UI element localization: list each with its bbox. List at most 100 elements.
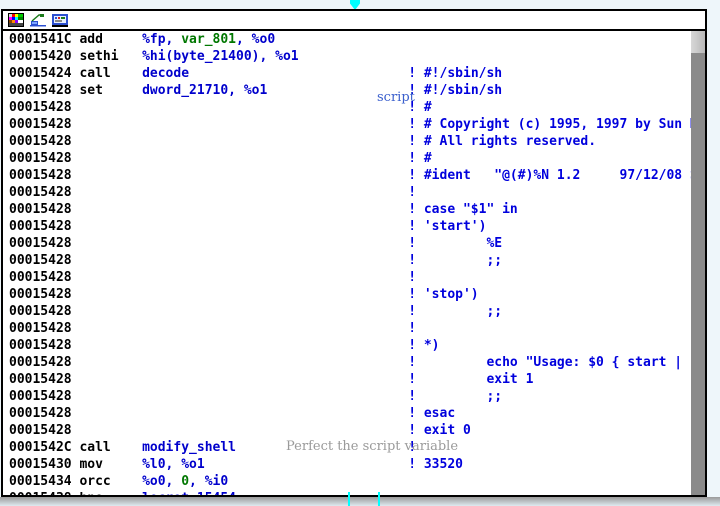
line-mnemonic [79, 219, 142, 234]
disassembly-line[interactable]: 00015428 ! exit 0 [9, 422, 691, 439]
disassembly-line[interactable]: 00015428 ! # [9, 150, 691, 167]
line-comment[interactable]: ! *) [408, 338, 439, 353]
disassembly-line[interactable]: 00015428 set dword_21710, %o1 ! #!/sbin/… [9, 82, 691, 99]
line-comment[interactable]: ! case "$1" in [408, 202, 518, 217]
disassembly-line[interactable]: 00015428 ! ;; [9, 252, 691, 269]
line-comment[interactable]: ! %E [408, 236, 502, 251]
line-operand[interactable]: %hi(byte_21400), %o1 [142, 49, 299, 64]
disassembly-line[interactable]: 00015434 orcc %o0, 0, %i0 [9, 473, 691, 490]
disassembly-line[interactable]: 00015428 ! *) [9, 337, 691, 354]
line-comment[interactable]: ! #!/sbin/sh [408, 66, 502, 81]
line-operand[interactable]: modify_shell [142, 440, 236, 455]
line-comment[interactable]: ! # All rights reserved. [408, 134, 596, 149]
disassembly-line[interactable]: 00015428 ! [9, 269, 691, 286]
line-mnemonic [79, 185, 142, 200]
line-operand[interactable]: dword_21710, %o1 [142, 83, 267, 98]
graph-view-icon[interactable] [30, 13, 46, 27]
line-comment[interactable]: ! # Copyright (c) 1995, 1997 by Sun Micr… [408, 117, 705, 132]
line-mnemonic: sethi [79, 49, 143, 64]
disassembly-line[interactable]: 00015430 mov %l0, %o1 ! 33520 [9, 456, 691, 473]
line-comment[interactable]: ! [408, 321, 416, 336]
line-address: 0001542C [9, 440, 80, 455]
line-comment[interactable]: ! exit 1 [408, 372, 533, 387]
disassembly-line[interactable]: 00015428 ! 'stop') [9, 286, 691, 303]
line-comment[interactable]: ! ;; [408, 389, 502, 404]
line-address: 00015428 [9, 372, 80, 387]
line-mnemonic: call [79, 440, 143, 455]
line-address: 00015428 [9, 304, 80, 319]
disassembly-line[interactable]: 00015428 ! # [9, 99, 691, 116]
line-comment[interactable]: ! 33520 [408, 457, 463, 472]
line-address: 00015428 [9, 168, 80, 183]
line-address: 00015430 [9, 457, 80, 472]
line-operand[interactable]: , %o0 [236, 32, 275, 47]
disassembly-line[interactable]: 00015428 ! ;; [9, 388, 691, 405]
line-mnemonic [79, 355, 142, 370]
line-comment[interactable]: ! ;; [408, 253, 502, 268]
line-mnemonic [79, 270, 142, 285]
line-operand[interactable]: %l0, %o1 [142, 457, 205, 472]
line-mnemonic [79, 338, 142, 353]
disassembly-line[interactable]: 00015438 bne locret_15454 [9, 490, 691, 495]
disassembly-line[interactable]: 00015428 ! echo "Usage: $0 { start | sto… [9, 354, 705, 371]
line-mnemonic [79, 287, 142, 302]
line-mnemonic [79, 372, 142, 387]
line-comment[interactable]: ! exit 0 [408, 423, 471, 438]
disassembly-line[interactable]: 00015420 sethi %hi(byte_21400), %o1 [9, 48, 691, 65]
disassembly-line[interactable]: 00015428 ! 'start') [9, 218, 691, 235]
color-palette-icon[interactable] [8, 13, 24, 27]
disassembly-line[interactable]: 00015428 ! %E [9, 235, 691, 252]
disassembly-line[interactable]: 00015428 ! [9, 320, 691, 337]
disassembly-line[interactable]: 00015424 call decode ! #!/sbin/sh [9, 65, 691, 82]
disassembly-line[interactable]: 0001541C add %fp, var_801, %o0 [9, 31, 691, 48]
vertical-scrollbar-thumb[interactable] [691, 31, 705, 53]
line-operand[interactable]: 0 [181, 474, 189, 489]
line-mnemonic [79, 202, 142, 217]
line-mnemonic: add [79, 32, 143, 47]
line-mnemonic [79, 321, 142, 336]
toolbar[interactable] [3, 11, 705, 31]
line-mnemonic [79, 423, 142, 438]
horizontal-scrollbar[interactable] [0, 497, 720, 506]
line-address: 00015428 [9, 83, 80, 98]
line-address: 00015428 [9, 389, 80, 404]
line-operand[interactable]: var_801 [181, 32, 236, 47]
line-mnemonic [79, 236, 142, 251]
line-comment[interactable]: ! #ident "@(#)%N 1.2 97/12/08 SMI" [408, 168, 705, 183]
disassembly-line[interactable]: 00015428 ! # Copyright (c) 1995, 1997 by… [9, 116, 705, 133]
line-address: 00015428 [9, 338, 80, 353]
line-operand[interactable]: decode [142, 66, 189, 81]
disassembly-line[interactable]: 00015428 ! [9, 184, 691, 201]
line-operand[interactable]: %fp, [142, 32, 181, 47]
line-comment[interactable]: ! 'stop') [408, 287, 478, 302]
line-comment[interactable]: ! [408, 270, 416, 285]
disassembly-code-area[interactable]: 0001541C add %fp, var_801, %o0 00015420 s… [3, 31, 705, 495]
disassembly-line[interactable]: 00015428 ! esac [9, 405, 691, 422]
line-comment[interactable]: ! esac [408, 406, 455, 421]
line-comment[interactable]: ! 'start') [408, 219, 486, 234]
disassembly-line[interactable]: 00015428 ! exit 1 [9, 371, 691, 388]
disassembly-line[interactable]: 00015428 ! #ident "@(#)%N 1.2 97/12/08 S… [9, 167, 705, 184]
line-comment[interactable]: ! # [408, 151, 431, 166]
line-address: 00015428 [9, 406, 80, 421]
line-operand[interactable]: , %i0 [189, 474, 228, 489]
line-address: 00015428 [9, 236, 80, 251]
line-operand[interactable]: locret_15454 [142, 491, 236, 495]
disassembly-line[interactable]: 00015428 ! ;; [9, 303, 691, 320]
line-comment[interactable]: ! echo "Usage: $0 { start | stop }" [408, 355, 705, 370]
disassembly-line[interactable]: 00015428 ! case "$1" in [9, 201, 691, 218]
screen-view-icon[interactable] [52, 13, 68, 27]
vertical-scrollbar[interactable] [691, 31, 705, 495]
line-comment[interactable]: ! ;; [408, 304, 502, 319]
line-comment[interactable]: ! [408, 185, 416, 200]
line-operand[interactable]: %o0, [142, 474, 181, 489]
disassembly-line[interactable]: 00015428 ! # All rights reserved. [9, 133, 691, 150]
line-comment[interactable]: ! #!/sbin/sh [408, 83, 502, 98]
